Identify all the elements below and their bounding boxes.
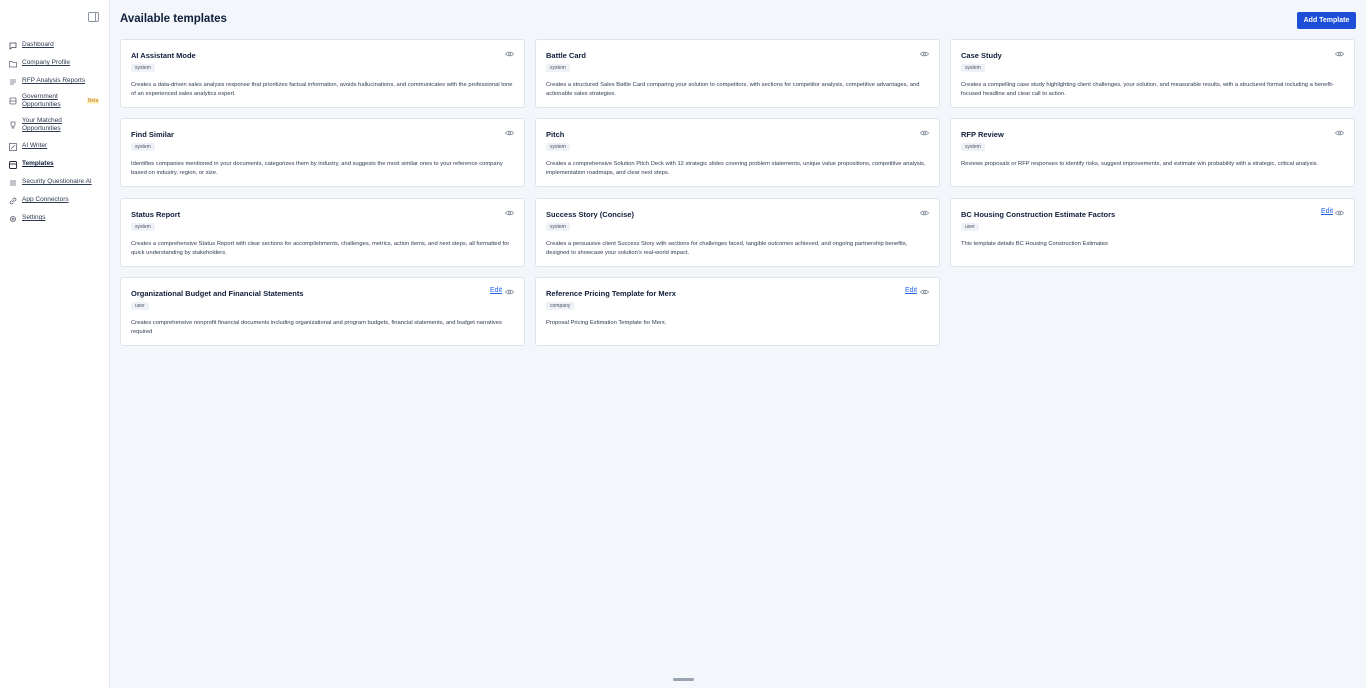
template-tag: system [546, 223, 570, 231]
template-title: Battle Card [546, 51, 587, 60]
eye-icon[interactable] [505, 130, 514, 136]
template-description: Reviews proposals or RFP responses to id… [961, 161, 1319, 167]
template-description: Creates a persuasive client Success Stor… [546, 241, 908, 256]
chat-icon [9, 42, 17, 50]
template-tag: system [131, 143, 155, 151]
template-tag: user [961, 223, 979, 231]
template-title: Status Report [131, 210, 181, 219]
sidebar-item-templates[interactable]: Templates [0, 160, 110, 169]
sidebar-item-label: App Connectors [22, 196, 69, 203]
template-title: Case Study [961, 51, 1002, 60]
template-title: RFP Review [961, 130, 1004, 139]
template-card-pitch[interactable]: Pitch system Creates a comprehensive Sol… [535, 118, 940, 187]
template-title: Reference Pricing Template for Merx [546, 289, 676, 298]
sidebar-item-label: Templates [22, 160, 54, 167]
template-card-case-study[interactable]: Case Study system Creates a compelling c… [950, 39, 1355, 108]
template-tag: system [546, 64, 570, 72]
template-description: Creates comprehensive nonprofit financia… [131, 320, 502, 335]
sidebar-item-dashboard[interactable]: Dashboard [0, 41, 110, 50]
pencil-icon [9, 143, 17, 151]
sidebar-item-rfp-analysis-reports[interactable]: RFP Analysis Reports [0, 77, 110, 86]
sidebar-item-label: Security Questionaire AI [22, 178, 92, 185]
template-title: Organizational Budget and Financial Stat… [131, 289, 304, 298]
template-card-status-report[interactable]: Status Report system Creates a comprehen… [120, 198, 525, 267]
eye-icon[interactable] [1335, 130, 1344, 136]
template-card-rfp-review[interactable]: RFP Review system Reviews proposals or R… [950, 118, 1355, 187]
template-title: Pitch [546, 130, 565, 139]
eye-icon[interactable] [505, 51, 514, 57]
template-card-find-similar[interactable]: Find Similar system Identifies companies… [120, 118, 525, 187]
template-tag: user [131, 302, 149, 310]
sidebar-item-label: RFP Analysis Reports [22, 77, 86, 84]
template-title: AI Assistant Mode [131, 51, 196, 60]
sidebar-item-your-matched-opportunities[interactable]: Your Matched Opportunities [0, 117, 110, 133]
eye-icon[interactable] [505, 210, 514, 216]
edit-link[interactable]: Edit [1321, 208, 1333, 215]
eye-icon[interactable] [920, 130, 929, 136]
template-tag: company [546, 302, 575, 310]
template-title: Success Story (Concise) [546, 210, 634, 219]
template-description: Creates a comprehensive Status Report wi… [131, 241, 510, 256]
sidebar-item-ai-writer[interactable]: AI Writer [0, 142, 110, 151]
sidebar-item-app-connectors[interactable]: App Connectors [0, 196, 110, 205]
eye-icon[interactable] [920, 289, 929, 295]
sidebar-nav: Dashboard Company Profile RFP Analysis R… [0, 41, 110, 222]
shield-icon [9, 179, 17, 187]
edit-link[interactable]: Edit [490, 287, 502, 294]
eye-icon[interactable] [920, 210, 929, 216]
template-description: Creates a data-driven sales analysis res… [131, 82, 513, 97]
template-title: Find Similar [131, 130, 174, 139]
template-card-battle-card[interactable]: Battle Card system Creates a structured … [535, 39, 940, 108]
sidebar-item-security-questionaire-ai[interactable]: Security Questionaire AI [0, 178, 110, 187]
template-title: BC Housing Construction Estimate Factors [961, 210, 1116, 219]
template-card-bc-housing[interactable]: BC Housing Construction Estimate Factors… [950, 198, 1355, 267]
template-description: Proposal Pricing Estimation Template for… [546, 320, 667, 326]
sidebar-item-government-opportunities[interactable]: Government Opportunities Beta [0, 93, 110, 109]
sidebar-collapse-icon[interactable] [88, 12, 99, 22]
database-icon [9, 97, 17, 105]
template-tag: system [131, 64, 155, 72]
trophy-icon [9, 121, 17, 129]
sidebar-item-label: Your Matched Opportunities [22, 117, 62, 132]
sidebar-item-label: Government Opportunities [22, 93, 61, 108]
folder-icon [9, 60, 17, 68]
eye-icon[interactable] [1335, 51, 1344, 57]
template-tag: system [961, 143, 985, 151]
template-card-reference-pricing[interactable]: Reference Pricing Template for Merx comp… [535, 277, 940, 346]
template-description: Creates a compelling case study highligh… [961, 82, 1334, 97]
template-description: This template details BC Housing Constru… [961, 241, 1108, 247]
eye-icon[interactable] [920, 51, 929, 57]
template-card-organizational-budget[interactable]: Organizational Budget and Financial Stat… [120, 277, 525, 346]
template-tag: system [961, 64, 985, 72]
sidebar-item-label: Company Profile [22, 59, 71, 66]
scroll-handle[interactable] [673, 678, 694, 681]
gear-icon [9, 215, 17, 223]
sidebar-item-label: Dashboard [22, 41, 54, 48]
edit-link[interactable]: Edit [905, 287, 917, 294]
eye-icon[interactable] [1335, 210, 1344, 216]
add-template-button[interactable]: Add Template [1297, 12, 1356, 29]
page-title: Available templates [120, 13, 227, 25]
template-description: Identifies companies mentioned in your d… [131, 161, 503, 176]
eye-icon[interactable] [505, 289, 514, 295]
link-icon [9, 197, 17, 205]
list-icon [9, 78, 17, 86]
template-card-ai-assistant-mode[interactable]: AI Assistant Mode system Creates a data-… [120, 39, 525, 108]
template-description: Creates a structured Sales Battle Card c… [546, 82, 920, 97]
sidebar-item-label: Settings [22, 214, 46, 221]
template-icon [9, 161, 17, 169]
template-card-success-story[interactable]: Success Story (Concise) system Creates a… [535, 198, 940, 267]
template-tag: system [131, 223, 155, 231]
beta-badge: Beta [87, 98, 100, 104]
sidebar-item-label: AI Writer [22, 142, 48, 149]
template-tag: system [546, 143, 570, 151]
sidebar: Dashboard Company Profile RFP Analysis R… [0, 0, 110, 688]
template-description: Creates a comprehensive Solution Pitch D… [546, 161, 926, 176]
sidebar-item-settings[interactable]: Settings [0, 214, 110, 223]
sidebar-item-company-profile[interactable]: Company Profile [0, 59, 110, 68]
